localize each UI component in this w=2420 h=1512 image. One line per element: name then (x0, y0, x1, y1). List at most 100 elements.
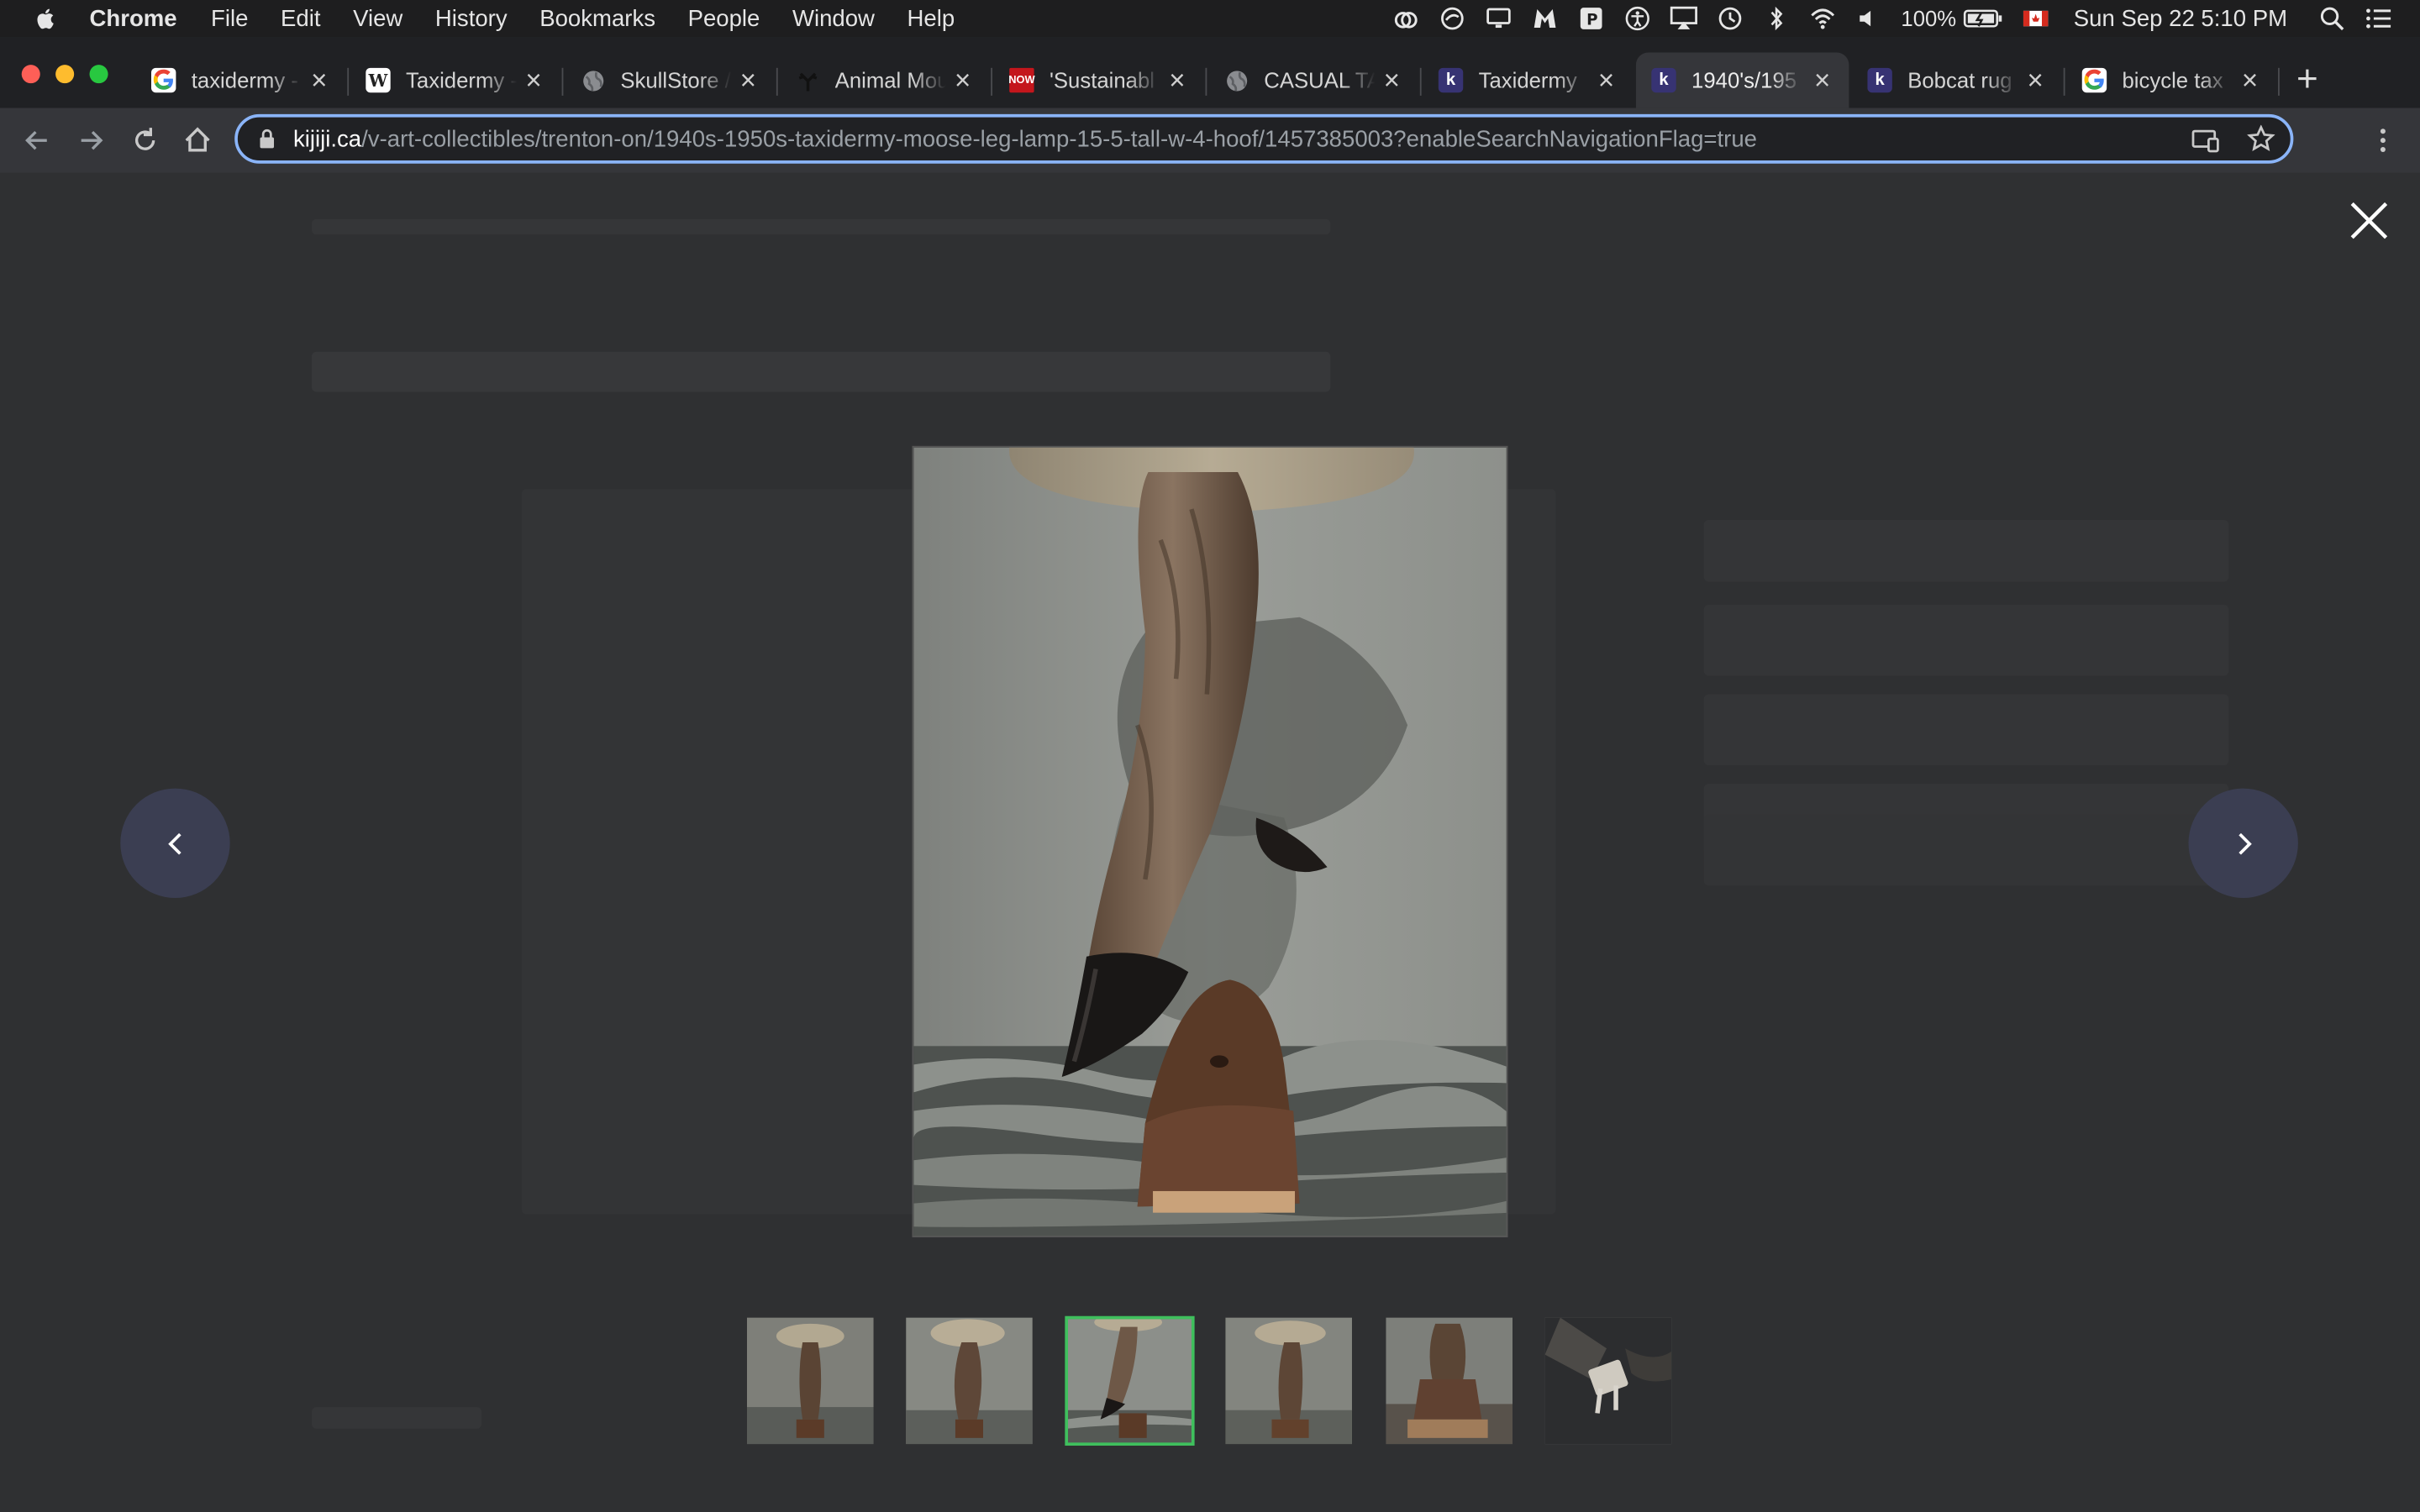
lock-icon[interactable] (256, 128, 278, 150)
globe-icon (1224, 68, 1249, 92)
tab-animal-mounts[interactable]: Animal Mou × (780, 52, 990, 108)
reload-icon[interactable] (128, 123, 161, 157)
menu-bookmarks[interactable]: Bookmarks (539, 5, 655, 31)
address-url[interactable]: kijiji.ca/v-art-collectibles/trenton-on/… (293, 126, 1757, 152)
airplay-icon[interactable] (1670, 6, 1697, 30)
apple-logo-icon[interactable] (34, 5, 61, 33)
ghost-sidebar-button (1703, 814, 2229, 886)
previous-image-button[interactable] (120, 788, 230, 898)
menu-window[interactable]: Window (792, 5, 875, 31)
tab-separator (991, 67, 993, 96)
tab-separator (776, 67, 778, 96)
tab-sustainable[interactable]: NOW 'Sustainabl × (994, 52, 1204, 108)
tab-casual-taxidermy[interactable]: CASUAL TA × (1208, 52, 1418, 108)
bluetooth-icon[interactable] (1762, 6, 1790, 31)
tab-title: SkullStore / (620, 67, 731, 93)
url-path: /v-art-collectibles/trenton-on/1940s-195… (361, 125, 1757, 152)
tab-title: Bobcat rug (1907, 67, 2012, 93)
tab-close-icon[interactable]: × (311, 66, 327, 94)
parking-icon[interactable]: P (1577, 6, 1605, 30)
install-app-icon[interactable] (2191, 127, 2219, 155)
forward-arrow-icon[interactable] (74, 123, 108, 157)
tab-separator (1419, 67, 1422, 96)
time-machine-icon[interactable] (1716, 6, 1744, 30)
tab-separator (1205, 67, 1207, 96)
wikipedia-icon: W (366, 67, 391, 93)
tab-close-icon[interactable]: × (1814, 66, 1830, 94)
gallery-thumbnail[interactable] (1225, 1317, 1352, 1445)
menu-app-chrome[interactable]: Chrome (90, 5, 177, 31)
malwarebytes-icon[interactable] (1531, 6, 1559, 30)
url-host: kijiji.ca (292, 125, 362, 152)
browser-toolbar: kijiji.ca/v-art-collectibles/trenton-on/… (0, 108, 2420, 173)
ghost-listing-title (312, 351, 1331, 392)
browser-tab-strip: taxidermy - × W Taxidermy - × SkullStore… (0, 37, 2420, 108)
wifi-icon[interactable] (1808, 6, 1836, 30)
battery-icon[interactable] (1963, 6, 2003, 30)
tab-bobcat-rug[interactable]: k Bobcat rug × (1852, 52, 2062, 108)
menu-history[interactable]: History (435, 5, 508, 31)
gallery-thumbnail-selected[interactable] (1065, 1315, 1195, 1446)
tab-taxidermy-google[interactable]: taxidermy - × (136, 52, 346, 108)
notification-center-icon[interactable] (2365, 6, 2392, 30)
tab-close-icon[interactable]: × (1598, 66, 1614, 94)
globe-icon (581, 68, 605, 92)
ghost-description-heading (312, 1407, 482, 1429)
tab-separator (347, 67, 350, 96)
tab-title: taxidermy - (191, 67, 298, 93)
menubar-status-area: P 100% Sun Sep 22 5:10 PM (1392, 0, 2420, 37)
menu-people[interactable]: People (688, 5, 760, 31)
address-bar[interactable]: kijiji.ca/v-art-collectibles/trenton-on/… (234, 113, 2294, 164)
ghost-sidebar-box (1703, 519, 2229, 582)
tab-separator (561, 67, 564, 96)
gallery-thumbnail[interactable] (906, 1317, 1033, 1445)
menubar-clock[interactable]: Sun Sep 22 5:10 PM (2074, 5, 2287, 31)
canada-flag-icon[interactable] (2021, 6, 2049, 30)
tab-close-icon[interactable]: × (1169, 66, 1185, 94)
tab-close-icon[interactable]: × (2028, 66, 2044, 94)
tab-title: Taxidermy (1478, 67, 1577, 93)
window-close-button[interactable] (21, 65, 40, 84)
next-image-button[interactable] (2188, 788, 2298, 898)
tab-bicycle-taxidermy[interactable]: bicycle tax × (2066, 52, 2276, 108)
tab-title: CASUAL TA (1264, 67, 1376, 93)
tab-title: bicycle tax (2122, 67, 2223, 93)
menu-view[interactable]: View (353, 5, 402, 31)
spotlight-search-icon[interactable] (2318, 6, 2346, 31)
kijiji-icon: k (1438, 67, 1464, 93)
gallery-thumbnail[interactable] (1386, 1317, 1513, 1445)
back-arrow-icon[interactable] (20, 123, 54, 157)
chevron-left-icon (167, 832, 181, 854)
more-menu-icon[interactable] (2366, 123, 2400, 157)
tab-close-icon[interactable]: × (955, 66, 971, 94)
tab-taxidermy-wikipedia[interactable]: W Taxidermy - × (350, 52, 560, 108)
menu-file[interactable]: File (211, 5, 248, 31)
close-lightbox-icon[interactable] (2346, 197, 2392, 244)
menu-edit[interactable]: Edit (281, 5, 320, 31)
tab-close-icon[interactable]: × (525, 66, 541, 94)
gallery-thumbnail[interactable] (746, 1317, 874, 1445)
battery-percent: 100% (1901, 6, 1957, 31)
home-icon[interactable] (181, 123, 214, 157)
tab-close-icon[interactable]: × (740, 66, 756, 94)
monitor-icon[interactable] (1484, 6, 1512, 30)
tab-title: 1940's/195 (1691, 67, 1797, 93)
accessibility-icon[interactable] (1623, 6, 1651, 31)
volume-icon[interactable] (1854, 6, 1882, 30)
creative-cloud-icon[interactable] (1392, 6, 1419, 30)
tab-moose-leg-lamp-active[interactable]: k 1940's/195 × (1635, 52, 1849, 108)
sync-circle-icon[interactable] (1438, 6, 1465, 30)
ghost-sidebar-button (1703, 694, 2229, 766)
tab-title: Taxidermy - (406, 67, 518, 93)
window-minimize-button[interactable] (55, 65, 75, 84)
bookmark-star-icon[interactable] (2246, 124, 2275, 153)
tab-close-icon[interactable]: × (1384, 66, 1400, 94)
menu-help[interactable]: Help (908, 5, 955, 31)
tab-taxidermy-kijiji[interactable]: k Taxidermy × (1423, 52, 1633, 108)
tab-title: Animal Mou (834, 67, 946, 93)
tab-skullstore[interactable]: SkullStore / × (565, 52, 775, 108)
window-zoom-button[interactable] (89, 65, 108, 84)
gallery-thumbnail[interactable] (1544, 1317, 1672, 1445)
new-tab-plus-icon[interactable]: + (2296, 61, 2318, 98)
tab-close-icon[interactable]: × (2242, 66, 2258, 94)
